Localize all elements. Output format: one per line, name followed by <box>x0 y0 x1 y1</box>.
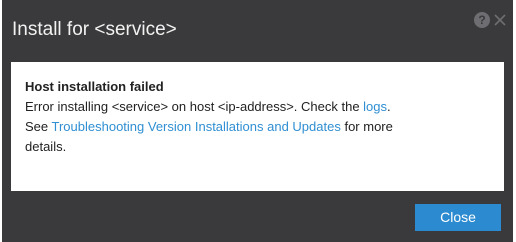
logs-link[interactable]: logs <box>363 99 387 114</box>
dialog-title: Install for <service> <box>12 19 177 40</box>
error-message-line: Error installing <service> on host <ip-a… <box>25 97 490 117</box>
details-line: details. <box>25 139 67 154</box>
install-dialog: Install for <service> ? Host installatio… <box>2 0 513 242</box>
dialog-body: Host installation failed Error installin… <box>11 62 504 191</box>
troubleshooting-link[interactable]: Troubleshooting Version Installations an… <box>52 119 341 134</box>
for-more-text: for more <box>340 119 393 134</box>
see-text: See <box>25 119 52 134</box>
dialog-footer: Close <box>2 191 513 242</box>
error-message-period: . <box>387 99 391 114</box>
help-icon[interactable]: ? <box>474 12 490 28</box>
error-message-text: Error installing <service> on host <ip-a… <box>25 99 364 114</box>
error-heading: Host installation failed <box>25 79 164 94</box>
close-icon[interactable] <box>493 12 507 28</box>
troubleshooting-line: See Troubleshooting Version Installation… <box>25 117 490 137</box>
dialog-titlebar: Install for <service> ? <box>2 0 513 62</box>
title-icons: ? <box>474 12 507 28</box>
close-button[interactable]: Close <box>415 204 501 231</box>
